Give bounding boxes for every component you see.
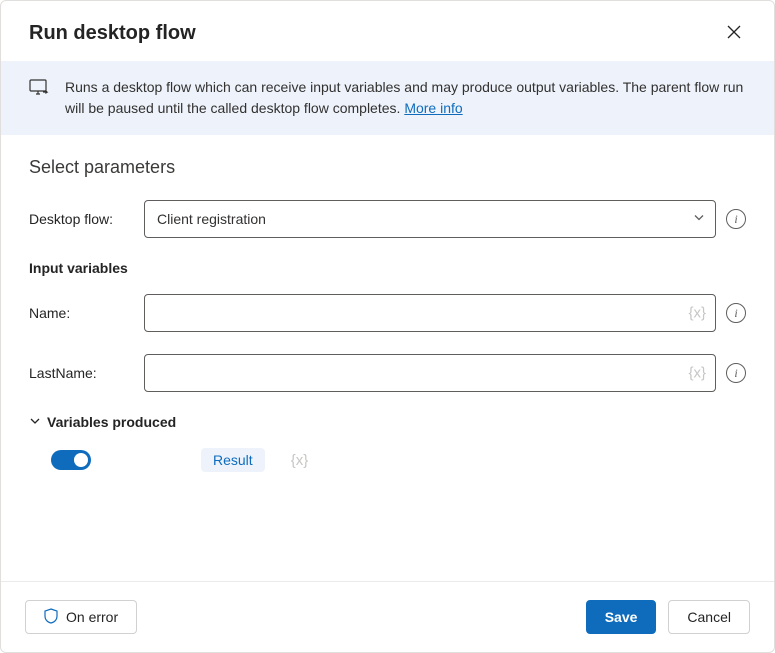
save-button[interactable]: Save [586,600,657,634]
lastname-label: LastName: [29,365,134,381]
input-variables-title: Input variables [29,260,746,276]
dialog-header: Run desktop flow [1,1,774,61]
select-parameters-title: Select parameters [29,157,746,178]
chevron-down-icon [29,414,41,430]
info-icon[interactable]: i [726,209,746,229]
result-toggle[interactable] [51,450,91,470]
on-error-button[interactable]: On error [25,600,137,634]
more-info-link[interactable]: More info [404,100,462,116]
run-desktop-flow-dialog: Run desktop flow Runs a desktop flow whi… [0,0,775,653]
lastname-row: LastName: {x} i [29,354,746,392]
dialog-body: Select parameters Desktop flow: Client r… [1,135,774,581]
info-icon[interactable]: i [726,363,746,383]
dialog-footer: On error Save Cancel [1,581,774,652]
info-text: Runs a desktop flow which can receive in… [65,77,746,119]
desktop-flow-select[interactable]: Client registration [144,200,716,238]
variable-icon: {x} [291,452,309,469]
lastname-input[interactable] [144,354,716,392]
cancel-button[interactable]: Cancel [668,600,750,634]
desktop-flow-label: Desktop flow: [29,211,134,227]
shield-icon [44,608,58,627]
close-button[interactable] [718,17,750,49]
produced-row: Result {x} [29,448,746,472]
desktop-flow-icon [29,79,51,102]
name-input[interactable] [144,294,716,332]
name-row: Name: {x} i [29,294,746,332]
on-error-label: On error [66,609,118,625]
info-icon[interactable]: i [726,303,746,323]
result-chip[interactable]: Result [201,448,265,472]
variables-produced-label: Variables produced [47,414,176,430]
dialog-title: Run desktop flow [29,22,196,45]
desktop-flow-row: Desktop flow: Client registration i [29,200,746,238]
info-banner: Runs a desktop flow which can receive in… [1,61,774,135]
close-icon [726,24,742,43]
variables-produced-header[interactable]: Variables produced [29,414,746,430]
name-label: Name: [29,305,134,321]
